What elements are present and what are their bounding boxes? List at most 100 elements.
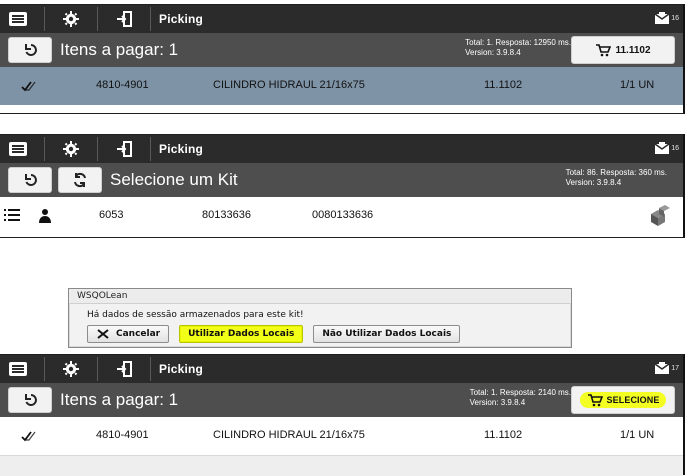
status-info: Total: 86. Resposta: 360 ms. Version: 3.…: [566, 168, 667, 188]
message-icon: [654, 12, 670, 24]
status-info: Total: 1. Resposta: 2140 ms. Version: 3.…: [470, 388, 571, 408]
sub-header: Selecione um Kit Total: 86. Resposta: 36…: [0, 163, 683, 197]
select-cart-button[interactable]: SELECIONE: [571, 386, 675, 414]
logout-button[interactable]: [106, 5, 142, 33]
gear-icon: [63, 361, 79, 377]
top-bar: Picking 16: [0, 5, 683, 33]
boxes-icon[interactable]: [648, 205, 670, 230]
cancel-label: Cancelar: [116, 329, 161, 339]
select-label: SELECIONE: [606, 395, 660, 405]
menu-button[interactable]: [0, 135, 36, 163]
item-value: 11.1102: [484, 429, 523, 441]
back-icon: [25, 44, 37, 56]
double-check-icon: [20, 428, 36, 447]
cancel-button[interactable]: Cancelar: [87, 325, 170, 343]
menu-icon: [9, 12, 27, 26]
cart-icon: [587, 394, 603, 407]
double-check-icon: [20, 78, 36, 97]
kit-row[interactable]: 6053 80133636 0080133636: [0, 197, 683, 235]
back-icon: [25, 394, 37, 406]
screen-title: Itens a pagar: 1: [60, 390, 179, 409]
topbar-separator: [150, 357, 151, 381]
item-quantity: 1/1 UN: [620, 429, 655, 441]
app-title: Picking: [159, 142, 204, 156]
session-data-dialog: WSQOLean Há dados de sessão armazenados …: [68, 288, 572, 348]
do-not-use-local-data-button[interactable]: Não Utilizar Dados Locais: [313, 325, 461, 343]
item-quantity: 1/1 UN: [620, 79, 655, 91]
settings-button[interactable]: [53, 5, 89, 33]
message-count: 16: [671, 145, 679, 152]
back-icon: [25, 174, 37, 186]
screen-title: Selecione um Kit: [110, 170, 238, 189]
gear-icon: [63, 11, 79, 27]
cart-button[interactable]: 11.1102: [571, 36, 675, 64]
kit-col-3: 0080133636: [312, 209, 374, 221]
refresh-icon: [74, 172, 86, 188]
topbar-separator: [44, 357, 45, 381]
refresh-button[interactable]: [58, 167, 102, 193]
item-code: 4810-4901: [96, 429, 149, 441]
sub-header: Itens a pagar: 1 Total: 1. Resposta: 129…: [0, 33, 683, 67]
item-code: 4810-4901: [96, 79, 149, 91]
item-description: CILINDRO HIDRAUL 21/16x75: [213, 429, 365, 441]
status-total-response: Total: 86. Resposta: 360 ms.: [565, 168, 667, 177]
top-bar: Picking 17: [0, 355, 683, 383]
person-icon: [38, 207, 52, 226]
cart-icon: [596, 44, 612, 57]
cart-label: 11.1102: [615, 44, 651, 56]
message-count: 17: [671, 365, 679, 372]
use-local-data-button[interactable]: Utilizar Dados Locais: [179, 325, 304, 343]
message-icon: [654, 362, 670, 374]
back-button[interactable]: [8, 387, 52, 413]
settings-button[interactable]: [53, 355, 89, 383]
top-bar: Picking 16: [0, 135, 683, 163]
selected-item-row[interactable]: 4810-4901 CILINDRO HIDRAUL 21/16x75 11.1…: [0, 67, 683, 105]
picking-screen-select-kit: Picking 16 Selecione um Kit Total: 86. R…: [0, 134, 685, 238]
messages-button[interactable]: 17: [651, 359, 679, 379]
sub-header: Itens a pagar: 1 Total: 1. Resposta: 214…: [0, 383, 683, 417]
item-description: CILINDRO HIDRAUL 21/16x75: [213, 79, 365, 91]
logout-icon: [117, 11, 132, 27]
item-value: 11.1102: [484, 79, 523, 91]
topbar-separator: [44, 137, 45, 161]
menu-icon: [9, 142, 27, 156]
back-button[interactable]: [8, 167, 52, 193]
menu-button[interactable]: [0, 5, 36, 33]
logout-button[interactable]: [106, 355, 142, 383]
dialog-message: Há dados de sessão armazenados para este…: [87, 310, 304, 320]
do-not-use-local-label: Não Utilizar Dados Locais: [322, 329, 452, 339]
logout-icon: [117, 361, 132, 377]
app-title: Picking: [159, 12, 204, 26]
item-row[interactable]: 4810-4901 CILINDRO HIDRAUL 21/16x75 11.1…: [0, 417, 683, 455]
topbar-separator: [150, 7, 151, 31]
status-version: Version: 3.9.8.4: [465, 48, 521, 57]
kit-col-2: 80133636: [202, 209, 251, 221]
use-local-label: Utilizar Dados Locais: [188, 329, 295, 339]
bottom-area: [0, 455, 683, 476]
app-title: Picking: [159, 362, 204, 376]
status-version: Version: 3.9.8.4: [469, 398, 526, 407]
topbar-separator: [97, 137, 98, 161]
dialog-title: WSQOLean: [69, 289, 571, 304]
status-total-response: Total: 1. Resposta: 12950 ms.: [465, 38, 571, 47]
menu-icon: [9, 362, 27, 376]
topbar-separator: [97, 7, 98, 31]
status-info: Total: 1. Resposta: 12950 ms. Version: 3…: [465, 38, 571, 58]
messages-button[interactable]: 16: [651, 139, 679, 159]
list-icon: [4, 208, 20, 225]
settings-button[interactable]: [53, 135, 89, 163]
topbar-separator: [97, 357, 98, 381]
menu-button[interactable]: [0, 355, 36, 383]
kit-col-1: 6053: [99, 209, 124, 221]
gear-icon: [63, 141, 79, 157]
picking-screen-items-to-pay: Picking 16 Itens a pagar: 1 Total: 1. Re…: [0, 4, 685, 114]
messages-button[interactable]: 16: [651, 9, 679, 29]
back-button[interactable]: [8, 37, 52, 63]
status-total-response: Total: 1. Resposta: 2140 ms.: [469, 388, 571, 397]
message-icon: [654, 142, 670, 154]
screen-title: Itens a pagar: 1: [60, 40, 179, 59]
logout-button[interactable]: [106, 135, 142, 163]
message-count: 16: [671, 15, 679, 22]
select-cart-content: SELECIONE: [587, 393, 660, 407]
status-version: Version: 3.9.8.4: [565, 178, 622, 187]
